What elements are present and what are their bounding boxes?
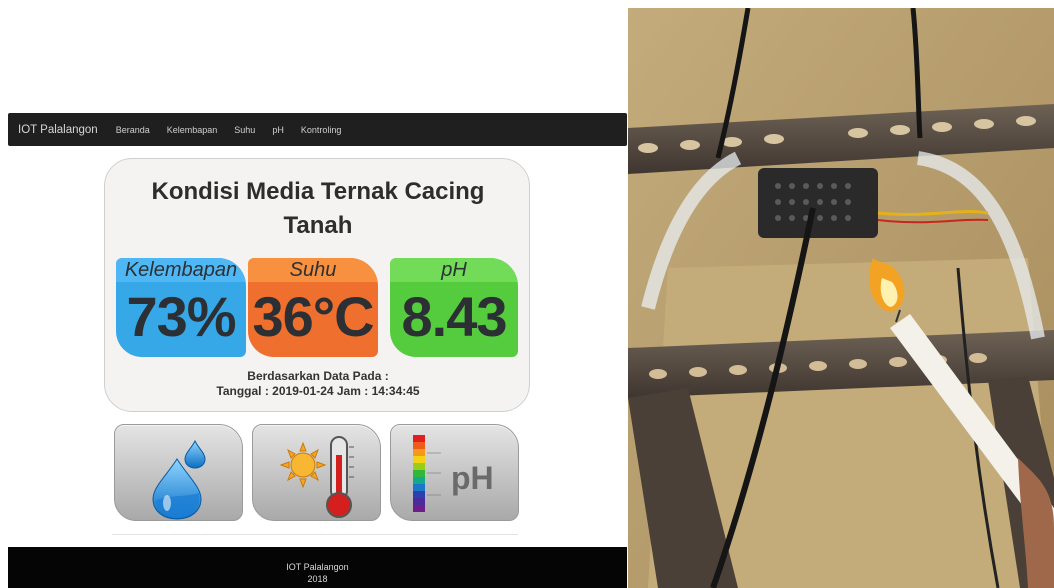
- nav-item-beranda[interactable]: Beranda: [116, 125, 150, 135]
- footer-year: 2018: [307, 574, 328, 584]
- humidity-label: Kelembapan: [116, 258, 246, 282]
- footer: IOT Palalangon 2018: [8, 547, 627, 588]
- humidity-value: 73%: [126, 285, 236, 348]
- nav-item-kontroling[interactable]: Kontroling: [301, 125, 342, 135]
- temperature-button[interactable]: [252, 424, 381, 521]
- nav-item-ph[interactable]: pH: [272, 125, 284, 135]
- sensor-test-photo: [628, 8, 1054, 588]
- temperature-label: Suhu: [248, 258, 378, 282]
- card-title-line1: Kondisi Media Ternak Cacing: [151, 178, 485, 205]
- ph-value: 8.43: [401, 285, 508, 348]
- data-based-label: Berdasarkan Data Pada :: [247, 369, 389, 383]
- humidity-tile: Kelembapan 73%: [116, 258, 246, 357]
- iot-web-page: IOT Palalangon Beranda Kelembapan Suhu p…: [0, 0, 628, 588]
- ph-scale-icon: pH: [413, 435, 494, 512]
- ph-label: pH: [390, 258, 518, 282]
- sensor-photo-illustration: [628, 8, 1054, 588]
- humidity-button[interactable]: [114, 424, 243, 521]
- card-title-line2: Tanah: [283, 212, 353, 239]
- ph-tile: pH 8.43: [390, 258, 518, 357]
- nav-item-suhu[interactable]: Suhu: [234, 125, 255, 135]
- temperature-tile: Suhu 36°C: [248, 258, 378, 357]
- separator: [112, 534, 518, 535]
- ph-icon-text: pH: [451, 460, 494, 496]
- card-title: Kondisi Media Ternak Cacing Tanah: [105, 175, 531, 243]
- water-drop-icon: [152, 439, 206, 520]
- navbar: IOT Palalangon Beranda Kelembapan Suhu p…: [8, 113, 627, 146]
- condition-card: Kondisi Media Ternak Cacing Tanah Kelemb…: [104, 158, 530, 412]
- footer-brand: IOT Palalangon: [286, 562, 349, 572]
- data-datetime: Tanggal : 2019-01-24 Jam : 14:34:45: [216, 384, 420, 398]
- ph-button[interactable]: pH: [390, 424, 519, 521]
- nav-item-kelembapan[interactable]: Kelembapan: [167, 125, 218, 135]
- temperature-value: 36°C: [252, 285, 374, 348]
- navbar-brand[interactable]: IOT Palalangon: [18, 124, 98, 136]
- sun-thermometer-icon: [279, 436, 354, 518]
- screen: IOT Palalangon Beranda Kelembapan Suhu p…: [0, 0, 1054, 588]
